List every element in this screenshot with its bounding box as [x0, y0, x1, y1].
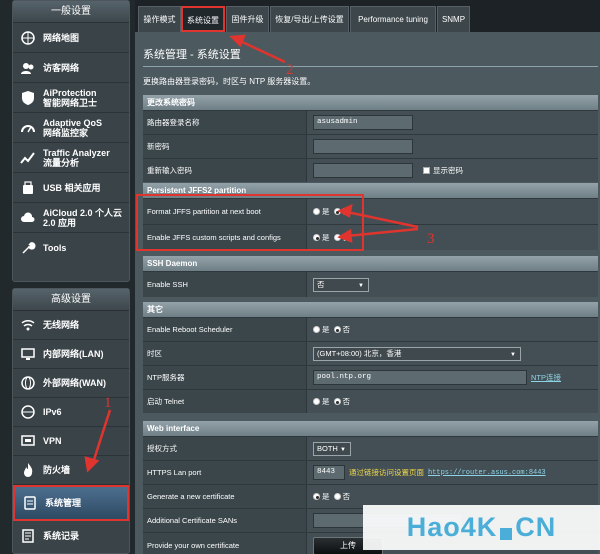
telnet-row: 启动 Telnet 是 否	[143, 389, 598, 413]
guest-network-icon	[19, 59, 37, 77]
ntp-server-input[interactable]: pool.ntp.org	[313, 370, 527, 385]
section-web-heading: Web interface	[143, 421, 598, 436]
annotation-number: 2	[286, 62, 294, 78]
sidebar-item-wan[interactable]: 外部网络(WAN)	[13, 369, 129, 398]
aiprotection-icon	[19, 89, 37, 107]
new-password-row: 新密码	[143, 134, 598, 158]
tab-operation-mode[interactable]: 操作模式	[138, 6, 181, 32]
sidebar-item-tools[interactable]: Tools	[13, 233, 129, 263]
https-port-row: HTTPS Lan port 8443 通过链接访问设置页面 https://r…	[143, 460, 598, 484]
auth-method-select[interactable]: BOTH ▼	[313, 441, 351, 456]
sidebar-item-administration[interactable]: 系统管理	[13, 485, 129, 521]
reboot-scheduler-no-radio[interactable]: 否	[333, 324, 350, 335]
enable-ssh-row: Enable SSH 否 ▼	[143, 271, 598, 297]
usb-icon	[19, 179, 37, 197]
tools-icon	[19, 239, 37, 257]
system-log-icon	[19, 527, 37, 545]
radio-circle	[313, 326, 320, 333]
show-password-label: 显示密码	[433, 166, 463, 175]
sidebar-item-adaptive-qos[interactable]: Adaptive QoS 网络监控家	[13, 113, 129, 143]
tab-restore-save-upload[interactable]: 恢复/导出/上传设置	[270, 6, 349, 32]
radio-circle-selected	[313, 493, 320, 500]
new-password-input[interactable]	[313, 139, 413, 154]
ipv6-icon	[19, 403, 37, 421]
section-password-heading: 更改系统密码	[143, 95, 598, 110]
lan-icon	[19, 345, 37, 363]
advanced-settings-group: 高级设置 无线网络 内部网络(LAN) 外部网络(WAN) IPv6 VPN 防…	[12, 288, 130, 554]
sidebar: 一般设置 网络地图 访客网络 AiProtection 智能网络卫士 Adapti…	[0, 0, 135, 554]
telnet-no-radio[interactable]: 否	[333, 396, 350, 407]
main-panel: 系统管理 - 系统设置 更换路由器登录密码，时区与 NTP 服务器设置。 更改系…	[135, 32, 600, 554]
retype-password-row: 重新输入密码 显示密码	[143, 158, 598, 182]
sidebar-item-aiprotection[interactable]: AiProtection 智能网络卫士	[13, 83, 129, 113]
administration-icon	[21, 494, 39, 512]
telnet-yes-radio[interactable]: 是	[313, 396, 330, 407]
https-url-link[interactable]: https://router.asus.com:8443	[428, 469, 546, 477]
tab-firmware-upgrade[interactable]: 固件升级	[226, 6, 269, 32]
tab-performance-tuning[interactable]: Performance tuning	[350, 6, 436, 32]
radio-circle	[313, 398, 320, 405]
tab-system[interactable]: 系统设置	[181, 6, 225, 32]
sidebar-item-wireless[interactable]: 无线网络	[13, 311, 129, 340]
generate-cert-yes-radio[interactable]: 是	[313, 491, 330, 502]
jffs-highlight-box	[136, 194, 364, 251]
sidebar-item-aicloud[interactable]: AiCloud 2.0 个人云 2.0 应用	[13, 203, 129, 233]
radio-circle	[333, 493, 341, 500]
https-port-input[interactable]: 8443	[313, 465, 345, 480]
title-divider	[143, 66, 598, 67]
sidebar-item-ipv6[interactable]: IPv6	[13, 398, 129, 427]
firewall-icon	[19, 461, 37, 479]
sidebar-item-firewall[interactable]: 防火墙	[13, 456, 129, 485]
wan-icon	[19, 374, 37, 392]
annotation-number: 3	[427, 231, 435, 247]
advanced-settings-heading: 高级设置	[13, 289, 129, 311]
reboot-scheduler-row: Enable Reboot Scheduler 是 否	[143, 317, 598, 341]
chevron-down-icon: ▼	[510, 351, 516, 358]
page-title: 系统管理 - 系统设置	[143, 49, 241, 61]
retype-password-input[interactable]	[313, 163, 413, 178]
sidebar-item-usb[interactable]: USB 相关应用	[13, 173, 129, 203]
aicloud-icon	[19, 209, 37, 227]
ntp-link[interactable]: NTP连接	[531, 372, 561, 383]
tab-bar: 操作模式 系统设置 固件升级 恢复/导出/上传设置 Performance tu…	[135, 0, 600, 36]
general-settings-group: 一般设置 网络地图 访客网络 AiProtection 智能网络卫士 Adapti…	[12, 0, 130, 282]
sidebar-item-vpn[interactable]: VPN	[13, 427, 129, 456]
section-misc-heading: 其它	[143, 302, 598, 317]
annotation-number: 1	[104, 395, 112, 411]
timezone-row: 时区 (GMT+08:00) 北京，香港 ▼	[143, 341, 598, 365]
radio-circle-selected	[333, 398, 341, 405]
https-hint: 通过链接访问设置页面	[349, 468, 424, 477]
tab-snmp[interactable]: SNMP	[437, 6, 470, 32]
login-name-input[interactable]: asusadmin	[313, 115, 413, 130]
login-name-row: 路由器登录名称 asusadmin	[143, 110, 598, 134]
section-ssh-heading: SSH Daemon	[143, 256, 598, 271]
vpn-icon	[19, 432, 37, 450]
chevron-down-icon: ▼	[358, 282, 364, 289]
sidebar-item-traffic-analyzer[interactable]: Traffic Analyzer 流量分析	[13, 143, 129, 173]
ntp-server-row: NTP服务器 pool.ntp.org NTP连接	[143, 365, 598, 389]
radio-circle-selected	[333, 326, 341, 333]
auth-method-row: 授权方式 BOTH ▼	[143, 436, 598, 460]
chevron-down-icon: ▼	[340, 446, 346, 453]
traffic-analyzer-icon	[19, 149, 37, 167]
network-map-icon	[19, 29, 37, 47]
reboot-scheduler-yes-radio[interactable]: 是	[313, 324, 330, 335]
sidebar-item-lan[interactable]: 内部网络(LAN)	[13, 340, 129, 369]
sidebar-item-network-map[interactable]: 网络地图	[13, 23, 129, 53]
enable-ssh-select[interactable]: 否 ▼	[313, 277, 369, 292]
adaptive-qos-icon	[19, 119, 37, 137]
timezone-select[interactable]: (GMT+08:00) 北京，香港 ▼	[313, 346, 521, 361]
router-admin-page: 一般设置 网络地图 访客网络 AiProtection 智能网络卫士 Adapti…	[0, 0, 600, 554]
generate-cert-no-radio[interactable]: 否	[333, 491, 350, 502]
sidebar-item-guest-network[interactable]: 访客网络	[13, 53, 129, 83]
sidebar-item-system-log[interactable]: 系统记录	[13, 521, 129, 550]
show-password-checkbox[interactable]	[423, 167, 430, 174]
watermark-logo: Hao4K CN	[363, 505, 600, 550]
general-settings-heading: 一般设置	[13, 1, 129, 23]
wireless-icon	[19, 316, 37, 334]
watermark-dot	[500, 527, 513, 540]
